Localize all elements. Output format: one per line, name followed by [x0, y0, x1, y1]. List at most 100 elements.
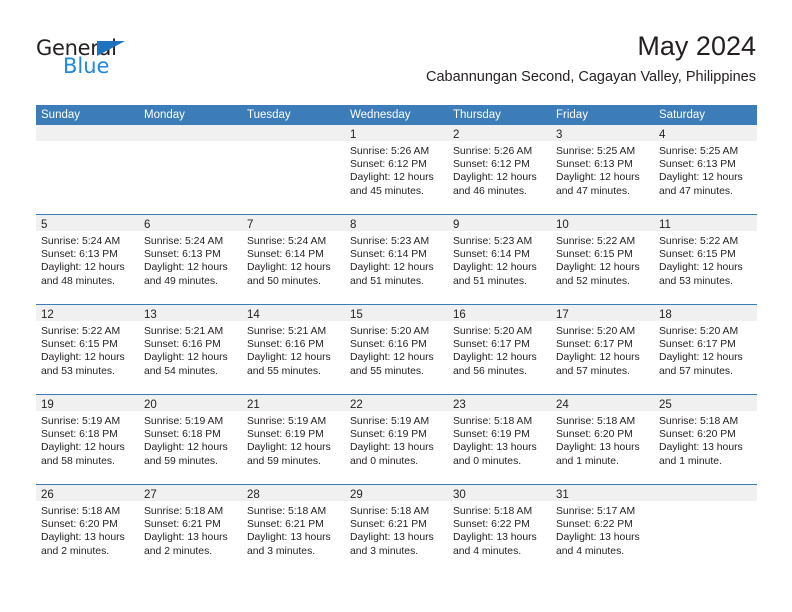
day-number-band: 26 [36, 485, 139, 501]
day-cell[interactable]: 24 Sunrise: 5:18 AM Sunset: 6:20 PM Dayligh… [551, 395, 654, 484]
day-number-band: 15 [345, 305, 448, 321]
day-cell[interactable]: 10 Sunrise: 5:22 AM Sunset: 6:15 PM Dayligh… [551, 215, 654, 304]
day-cell[interactable]: 3 Sunrise: 5:25 AM Sunset: 6:13 PM Daylight… [551, 125, 654, 214]
day-cell[interactable]: 13 Sunrise: 5:21 AM Sunset: 6:16 PM Dayligh… [139, 305, 242, 394]
daylight-text-line2: and 57 minutes. [556, 365, 630, 377]
day-number-band: 19 [36, 395, 139, 411]
sunrise-text: Sunrise: 5:24 AM [144, 236, 224, 247]
day-number: 28 [247, 489, 260, 501]
daylight-text-line1: Daylight: 12 hours [350, 352, 434, 364]
day-cell[interactable]: 27 Sunrise: 5:18 AM Sunset: 6:21 PM Dayligh… [139, 485, 242, 574]
sunset-text: Sunset: 6:14 PM [453, 249, 530, 261]
day-cell[interactable]: 14 Sunrise: 5:21 AM Sunset: 6:16 PM Dayligh… [242, 305, 345, 394]
day-cell[interactable]: 6 Sunrise: 5:24 AM Sunset: 6:13 PM Daylight… [139, 215, 242, 304]
day-cell[interactable]: 12 Sunrise: 5:22 AM Sunset: 6:15 PM Dayligh… [36, 305, 139, 394]
day-details: Sunrise: 5:18 AM Sunset: 6:21 PM Daylight:… [345, 501, 448, 558]
day-cell[interactable]: 17 Sunrise: 5:20 AM Sunset: 6:17 PM Dayligh… [551, 305, 654, 394]
day-cell[interactable]: 5 Sunrise: 5:24 AM Sunset: 6:13 PM Daylight… [36, 215, 139, 304]
day-cell[interactable]: 15 Sunrise: 5:20 AM Sunset: 6:16 PM Dayligh… [345, 305, 448, 394]
sunset-text: Sunset: 6:22 PM [556, 519, 633, 531]
day-cell[interactable]: 23 Sunrise: 5:18 AM Sunset: 6:19 PM Dayligh… [448, 395, 551, 484]
day-cell[interactable]: 30 Sunrise: 5:18 AM Sunset: 6:22 PM Dayligh… [448, 485, 551, 574]
daylight-text-line2: and 0 minutes. [453, 455, 522, 467]
sunrise-text: Sunrise: 5:20 AM [556, 326, 636, 337]
day-details: Sunrise: 5:22 AM Sunset: 6:15 PM Daylight:… [36, 321, 139, 378]
day-number: 8 [350, 219, 357, 231]
daylight-text-line1: Daylight: 12 hours [144, 352, 228, 364]
daylight-text-line2: and 50 minutes. [247, 275, 321, 287]
daylight-text-line2: and 47 minutes. [556, 185, 630, 197]
day-number-band: 1 [345, 125, 448, 141]
day-cell[interactable]: 4 Sunrise: 5:25 AM Sunset: 6:13 PM Daylight… [654, 125, 757, 214]
daylight-text-line1: Daylight: 12 hours [556, 172, 640, 184]
daylight-text-line2: and 57 minutes. [659, 365, 733, 377]
day-cell[interactable]: 9 Sunrise: 5:23 AM Sunset: 6:14 PM Daylight… [448, 215, 551, 304]
sunrise-text: Sunrise: 5:26 AM [350, 146, 430, 157]
daylight-text-line1: Daylight: 12 hours [659, 352, 743, 364]
sunrise-text: Sunrise: 5:20 AM [350, 326, 430, 337]
day-number: 27 [144, 489, 157, 501]
day-details: Sunrise: 5:23 AM Sunset: 6:14 PM Daylight:… [345, 231, 448, 288]
day-number: 20 [144, 399, 157, 411]
day-cell[interactable]: 19 Sunrise: 5:19 AM Sunset: 6:18 PM Dayligh… [36, 395, 139, 484]
day-number-band: 12 [36, 305, 139, 321]
week-row: 5 Sunrise: 5:24 AM Sunset: 6:13 PM Daylight… [36, 214, 757, 304]
day-cell[interactable]: 26 Sunrise: 5:18 AM Sunset: 6:20 PM Dayligh… [36, 485, 139, 574]
calendar-grid: Sunday Monday Tuesday Wednesday Thursday… [36, 105, 757, 574]
day-cell[interactable]: 21 Sunrise: 5:19 AM Sunset: 6:19 PM Dayligh… [242, 395, 345, 484]
daylight-text-line1: Daylight: 13 hours [453, 442, 537, 454]
day-number-band: 2 [448, 125, 551, 141]
daylight-text-line1: Daylight: 13 hours [144, 532, 228, 544]
sunset-text: Sunset: 6:17 PM [659, 339, 736, 351]
daylight-text-line2: and 2 minutes. [144, 545, 213, 557]
sunrise-text: Sunrise: 5:20 AM [659, 326, 739, 337]
daylight-text-line1: Daylight: 12 hours [350, 262, 434, 274]
sunset-text: Sunset: 6:15 PM [556, 249, 633, 261]
sunrise-text: Sunrise: 5:18 AM [556, 416, 636, 427]
day-number: 24 [556, 399, 569, 411]
sunrise-text: Sunrise: 5:21 AM [247, 326, 327, 337]
day-number-band: 20 [139, 395, 242, 411]
day-details: Sunrise: 5:18 AM Sunset: 6:20 PM Daylight:… [654, 411, 757, 468]
day-cell[interactable]: 8 Sunrise: 5:23 AM Sunset: 6:14 PM Daylight… [345, 215, 448, 304]
day-cell[interactable]: 31 Sunrise: 5:17 AM Sunset: 6:22 PM Dayligh… [551, 485, 654, 574]
day-number: 25 [659, 399, 672, 411]
day-cell[interactable]: 7 Sunrise: 5:24 AM Sunset: 6:14 PM Daylight… [242, 215, 345, 304]
day-cell[interactable]: 28 Sunrise: 5:18 AM Sunset: 6:21 PM Dayligh… [242, 485, 345, 574]
daylight-text-line2: and 3 minutes. [247, 545, 316, 557]
daylight-text-line1: Daylight: 12 hours [41, 352, 125, 364]
day-number-band: 22 [345, 395, 448, 411]
day-details: Sunrise: 5:26 AM Sunset: 6:12 PM Daylight:… [448, 141, 551, 198]
daylight-text-line2: and 59 minutes. [144, 455, 218, 467]
daylight-text-line2: and 51 minutes. [453, 275, 527, 287]
title-block: May 2024 Cabannungan Second, Cagayan Val… [426, 30, 756, 86]
day-number: 10 [556, 219, 569, 231]
day-cell[interactable]: 20 Sunrise: 5:19 AM Sunset: 6:18 PM Dayligh… [139, 395, 242, 484]
day-cell[interactable]: 16 Sunrise: 5:20 AM Sunset: 6:17 PM Dayligh… [448, 305, 551, 394]
day-number: 29 [350, 489, 363, 501]
day-cell[interactable]: 2 Sunrise: 5:26 AM Sunset: 6:12 PM Daylight… [448, 125, 551, 214]
day-details: Sunrise: 5:17 AM Sunset: 6:22 PM Daylight:… [551, 501, 654, 558]
logo-text-blue: Blue [63, 54, 110, 78]
sunset-text: Sunset: 6:15 PM [659, 249, 736, 261]
day-number-band: 14 [242, 305, 345, 321]
daylight-text-line1: Daylight: 13 hours [556, 532, 640, 544]
daylight-text-line2: and 59 minutes. [247, 455, 321, 467]
daylight-text-line2: and 46 minutes. [453, 185, 527, 197]
sunrise-text: Sunrise: 5:23 AM [350, 236, 430, 247]
day-cell[interactable]: 1 Sunrise: 5:26 AM Sunset: 6:12 PM Daylight… [345, 125, 448, 214]
page-title: May 2024 [637, 31, 756, 61]
daylight-text-line1: Daylight: 13 hours [247, 532, 331, 544]
sunrise-text: Sunrise: 5:19 AM [350, 416, 430, 427]
day-cell[interactable]: 25 Sunrise: 5:18 AM Sunset: 6:20 PM Dayligh… [654, 395, 757, 484]
generalblue-logo[interactable]: General Blue [36, 38, 156, 84]
day-cell[interactable]: 11 Sunrise: 5:22 AM Sunset: 6:15 PM Dayligh… [654, 215, 757, 304]
day-number-band: 9 [448, 215, 551, 231]
sunrise-text: Sunrise: 5:17 AM [556, 506, 636, 517]
daylight-text-line1: Daylight: 12 hours [453, 352, 537, 364]
day-cell[interactable]: 18 Sunrise: 5:20 AM Sunset: 6:17 PM Dayligh… [654, 305, 757, 394]
sunset-text: Sunset: 6:20 PM [41, 519, 118, 531]
weekday-header-wednesday: Wednesday [350, 109, 411, 121]
day-cell[interactable]: 22 Sunrise: 5:19 AM Sunset: 6:19 PM Dayligh… [345, 395, 448, 484]
day-cell[interactable]: 29 Sunrise: 5:18 AM Sunset: 6:21 PM Dayligh… [345, 485, 448, 574]
